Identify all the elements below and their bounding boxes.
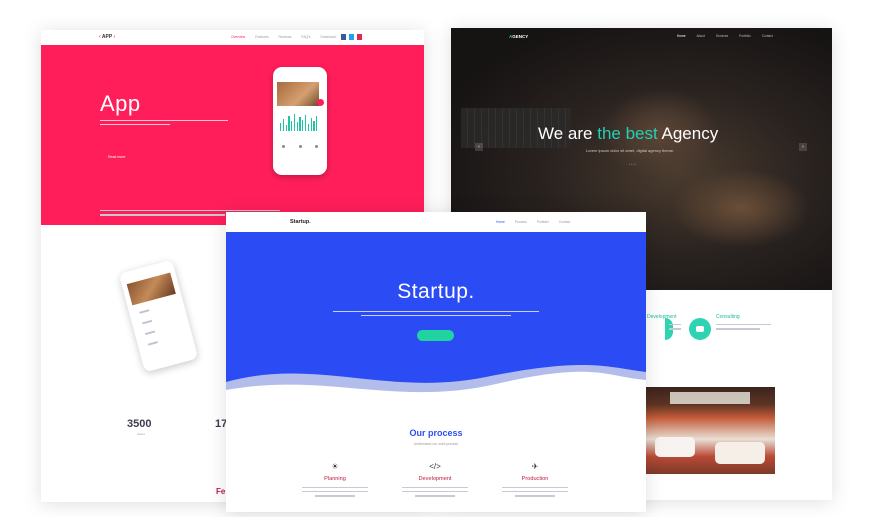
- process-step-title: Planning: [324, 476, 346, 482]
- startup-hero-title: Startup.: [397, 280, 475, 303]
- startup-template-preview[interactable]: Startup. Home Process Portfolio Contact …: [226, 212, 646, 512]
- lightbulb-icon: ☀: [331, 462, 339, 471]
- phone-tilted-image: [126, 272, 176, 306]
- app-nav-faq[interactable]: FAQ's: [301, 35, 310, 39]
- app-read-more-button[interactable]: Read more: [100, 153, 133, 161]
- startup-nav-links: Home Process Portfolio Contact: [496, 220, 570, 224]
- process-step-development: </> Development: [400, 462, 470, 500]
- agency-hero-title: We are the best Agency: [538, 124, 719, 143]
- facebook-icon[interactable]: [341, 34, 346, 40]
- app-logo[interactable]: ‹ APP ›: [99, 34, 115, 40]
- app-nav-overview[interactable]: Overview: [231, 35, 245, 39]
- agency-nav-about[interactable]: About: [697, 34, 705, 38]
- startup-hero-wave: [226, 352, 646, 412]
- service-title-consulting: Consulting: [716, 314, 740, 320]
- process-step-title: Production: [521, 476, 549, 482]
- agency-hero-photo-detail: [671, 168, 811, 248]
- agency-nav-portfolio[interactable]: Portfolio: [739, 34, 751, 38]
- chevron-left-icon[interactable]: ‹: [475, 143, 483, 151]
- process-heading: Our process: [409, 428, 463, 438]
- service-icon-consulting: [689, 318, 711, 340]
- google-plus-icon[interactable]: [357, 34, 362, 40]
- app-nav-links: Overview Features Reviews FAQ's Download: [231, 35, 336, 39]
- process-step-title: Development: [418, 476, 452, 482]
- startup-logo[interactable]: Startup.: [290, 219, 311, 225]
- agency-nav-contact[interactable]: Contact: [762, 34, 773, 38]
- phone-mockup: [273, 67, 327, 175]
- service-text-consulting: [716, 324, 771, 333]
- startup-hero-text: [333, 311, 539, 319]
- startup-nav-portfolio[interactable]: Portfolio: [537, 220, 549, 224]
- stat-value-users: 3500: [127, 418, 152, 430]
- phone-badge-icon: [317, 99, 324, 106]
- app-features-heading: Fe: [216, 487, 226, 496]
- agency-nav-services[interactable]: Services: [716, 34, 728, 38]
- process-subheading: Understand our work process: [413, 442, 459, 446]
- startup-nav-home[interactable]: Home: [496, 220, 505, 224]
- service-text-development: [669, 324, 681, 333]
- code-icon: </>: [429, 462, 441, 471]
- app-hero-title: App: [100, 91, 141, 116]
- agency-nav-links: Home About Services Portfolio Contact: [677, 34, 773, 38]
- agency-logo[interactable]: AGENCY: [509, 34, 528, 39]
- startup-nav-process[interactable]: Process: [515, 220, 527, 224]
- agency-navbar: AGENCY Home About Services Portfolio Con…: [451, 28, 832, 43]
- phone-screen-image: [277, 82, 319, 106]
- stat-label-users: Users: [137, 432, 145, 436]
- phone-bar-graphic: [280, 113, 320, 131]
- app-nav-reviews[interactable]: Reviews: [279, 35, 292, 39]
- app-hero-text: [100, 120, 228, 126]
- chevron-right-icon[interactable]: ›: [799, 143, 807, 151]
- agency-office-photo: [645, 387, 775, 474]
- app-navbar: ‹ APP › Overview Features Reviews FAQ's …: [41, 30, 424, 45]
- app-nav-features[interactable]: Features: [255, 35, 268, 39]
- phone-tilted-rows: [139, 303, 184, 355]
- agency-nav-home[interactable]: Home: [677, 34, 686, 38]
- agency-slider-dots[interactable]: • • • •: [629, 162, 636, 166]
- phone-icon-row: [282, 145, 318, 148]
- rocket-icon: ✈: [531, 462, 539, 471]
- agency-hero-subtitle: Lorem ipsum dolor sit amet, digital agen…: [586, 148, 675, 153]
- app-social-icons: [341, 34, 362, 40]
- twitter-icon[interactable]: [349, 34, 354, 40]
- startup-navbar: Startup. Home Process Portfolio Contact: [226, 212, 646, 232]
- app-hero: App Read more: [41, 45, 424, 225]
- startup-nav-contact[interactable]: Contact: [559, 220, 570, 224]
- process-step-production: ✈ Production: [500, 462, 570, 500]
- phone-mockup-tilted: [118, 259, 199, 373]
- process-step-planning: ☀ Planning: [300, 462, 370, 500]
- app-nav-download[interactable]: Download: [321, 35, 336, 39]
- startup-hero-button[interactable]: [417, 330, 454, 341]
- service-title-development: Development: [647, 314, 677, 320]
